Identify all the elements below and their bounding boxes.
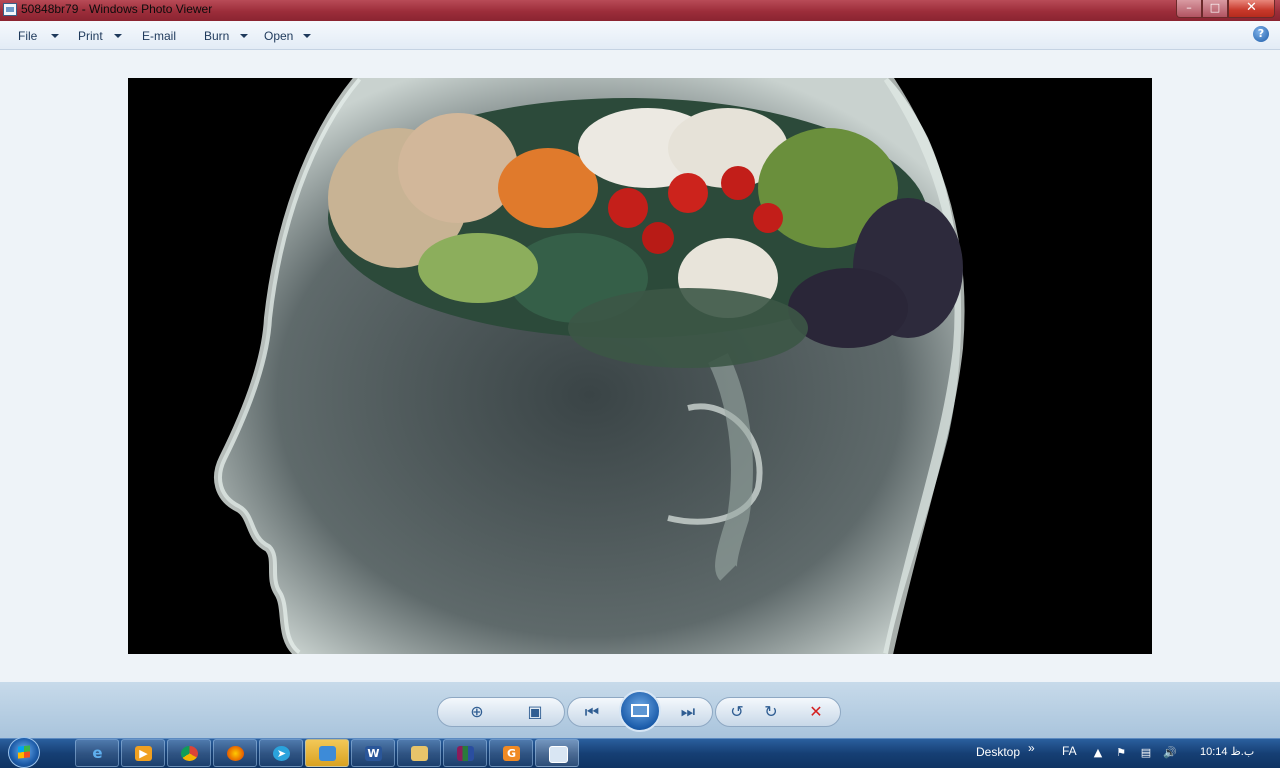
word-icon: W [365,746,382,761]
photo-viewer-active-icon [549,746,568,763]
volume-icon[interactable]: 🔊 [1163,746,1177,759]
start-button[interactable] [8,737,40,768]
taskbar-media-player[interactable]: ▶ [121,739,165,767]
chevron-down-icon[interactable] [114,34,122,38]
taskbar-photo-viewer-active[interactable] [535,739,579,767]
network-icon[interactable]: ▤ [1139,746,1153,759]
zoom-icon[interactable]: ⊕ [465,700,489,724]
head-with-vegetable-brain-image [128,78,1152,654]
internet-explorer-icon: e [92,744,103,762]
chevron-down-icon[interactable] [303,34,311,38]
language-indicator[interactable]: FA [1062,744,1077,758]
photo-viewer-small-icon [319,746,336,761]
taskbar-chrome[interactable] [167,739,211,767]
firefox-icon [227,746,244,761]
app-g-icon: G [503,746,520,761]
telegram-icon: ➤ [273,746,290,761]
chevron-down-icon[interactable] [51,34,59,38]
taskbar-app-g[interactable]: G [489,739,533,767]
chevron-down-icon[interactable] [240,34,248,38]
chevron-right-icon[interactable]: » [1028,741,1035,755]
rotate-clockwise-icon[interactable]: ↻ [759,700,783,724]
desktop-toolbar-label[interactable]: Desktop [976,745,1020,759]
previous-icon[interactable]: ⏮ [580,700,604,724]
file-explorer-icon [411,746,428,761]
window-title: 50848br79 - Windows Photo Viewer [21,2,213,16]
command-bar [0,21,1280,50]
menu-print[interactable]: Print [78,29,103,43]
taskbar-photo-viewer-yellow[interactable] [305,739,349,767]
taskbar-winrar[interactable] [443,739,487,767]
delete-icon[interactable]: ✕ [804,700,828,724]
clock[interactable]: 10:14 ب.ظ [1200,745,1254,758]
taskbar-telegram[interactable]: ➤ [259,739,303,767]
minimize-button[interactable]: – [1176,0,1202,18]
taskbar-firefox[interactable] [213,739,257,767]
maximize-button[interactable]: □ [1202,0,1228,18]
rotate-counterclockwise-icon[interactable]: ↺ [725,700,749,724]
taskbar-word[interactable]: W [351,739,395,767]
action-center-flag-icon[interactable]: ⚑ [1114,746,1128,759]
menu-email[interactable]: E-mail [142,29,176,43]
title-bar: 50848br79 - Windows Photo Viewer [0,0,1280,21]
windows-logo-icon [18,745,30,759]
chrome-icon [181,746,198,761]
menu-burn[interactable]: Burn [204,29,229,43]
media-player-icon: ▶ [135,746,152,761]
slideshow-icon [631,704,649,717]
taskbar-internet-explorer[interactable]: e [75,739,119,767]
displayed-photo [128,78,1152,654]
show-hidden-icons-icon[interactable]: ▲ [1091,746,1105,759]
slideshow-button[interactable] [619,690,661,732]
help-icon[interactable]: ? [1253,26,1269,42]
next-icon[interactable]: ⏭ [676,700,700,724]
actual-size-icon[interactable]: ▣ [523,700,547,724]
taskbar-file-explorer[interactable] [397,739,441,767]
menu-file[interactable]: File [18,29,37,43]
menu-open[interactable]: Open [264,29,293,43]
winrar-icon [457,746,474,761]
photo-viewer-app-icon [3,3,17,16]
close-button[interactable]: ✕ [1228,0,1275,18]
